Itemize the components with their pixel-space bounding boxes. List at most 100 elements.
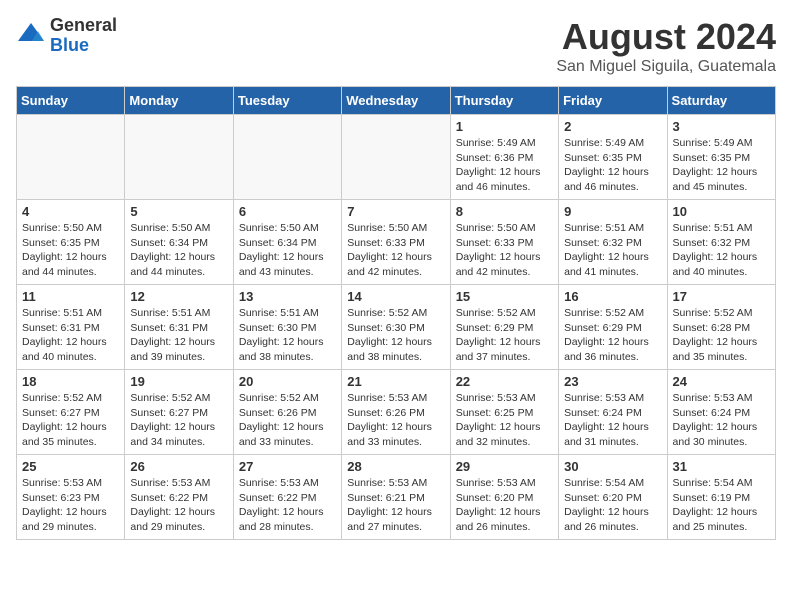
day-info: Sunrise: 5:53 AMSunset: 6:21 PMDaylight:… <box>347 476 444 535</box>
day-number: 27 <box>239 459 336 474</box>
calendar-cell: 24 Sunrise: 5:53 AMSunset: 6:24 PMDayligh… <box>667 370 775 455</box>
day-number: 7 <box>347 204 444 219</box>
header: General Blue August 2024 San Miguel Sigu… <box>16 16 776 76</box>
day-info: Sunrise: 5:52 AMSunset: 6:26 PMDaylight:… <box>239 391 336 450</box>
day-info: Sunrise: 5:49 AMSunset: 6:35 PMDaylight:… <box>673 136 770 195</box>
day-info: Sunrise: 5:53 AMSunset: 6:25 PMDaylight:… <box>456 391 553 450</box>
day-number: 3 <box>673 119 770 134</box>
calendar-cell: 17 Sunrise: 5:52 AMSunset: 6:28 PMDayligh… <box>667 285 775 370</box>
day-number: 9 <box>564 204 661 219</box>
week-row-4: 18 Sunrise: 5:52 AMSunset: 6:27 PMDayligh… <box>17 370 776 455</box>
logo: General Blue <box>16 16 117 56</box>
calendar-cell: 8 Sunrise: 5:50 AMSunset: 6:33 PMDaylight… <box>450 200 558 285</box>
calendar-cell: 6 Sunrise: 5:50 AMSunset: 6:34 PMDaylight… <box>233 200 341 285</box>
day-info: Sunrise: 5:50 AMSunset: 6:34 PMDaylight:… <box>130 221 227 280</box>
day-info: Sunrise: 5:51 AMSunset: 6:32 PMDaylight:… <box>564 221 661 280</box>
weekday-header-thursday: Thursday <box>450 87 558 115</box>
calendar-cell: 27 Sunrise: 5:53 AMSunset: 6:22 PMDayligh… <box>233 455 341 540</box>
calendar-cell: 23 Sunrise: 5:53 AMSunset: 6:24 PMDayligh… <box>559 370 667 455</box>
calendar-cell: 19Sunrise: 5:52 AMSunset: 6:27 PMDayligh… <box>125 370 233 455</box>
day-info: Sunrise: 5:54 AMSunset: 6:20 PMDaylight:… <box>564 476 661 535</box>
day-number: 21 <box>347 374 444 389</box>
week-row-3: 11 Sunrise: 5:51 AMSunset: 6:31 PMDayligh… <box>17 285 776 370</box>
calendar-cell: 2 Sunrise: 5:49 AMSunset: 6:35 PMDaylight… <box>559 115 667 200</box>
logo-blue-text: Blue <box>50 36 117 56</box>
calendar-cell: 31 Sunrise: 5:54 AMSunset: 6:19 PMDayligh… <box>667 455 775 540</box>
day-number: 28 <box>347 459 444 474</box>
day-info: Sunrise: 5:53 AMSunset: 6:24 PMDaylight:… <box>673 391 770 450</box>
day-number: 24 <box>673 374 770 389</box>
day-number: 6 <box>239 204 336 219</box>
day-info: Sunrise: 5:49 AMSunset: 6:35 PMDaylight:… <box>564 136 661 195</box>
calendar-cell: 12 Sunrise: 5:51 AMSunset: 6:31 PMDayligh… <box>125 285 233 370</box>
day-number: 11 <box>22 289 119 304</box>
day-number: 5 <box>130 204 227 219</box>
day-info: Sunrise: 5:50 AMSunset: 6:33 PMDaylight:… <box>347 221 444 280</box>
calendar-cell: 21 Sunrise: 5:53 AMSunset: 6:26 PMDayligh… <box>342 370 450 455</box>
day-info: Sunrise: 5:53 AMSunset: 6:20 PMDaylight:… <box>456 476 553 535</box>
location-title: San Miguel Siguila, Guatemala <box>556 58 776 76</box>
calendar-cell: 11 Sunrise: 5:51 AMSunset: 6:31 PMDayligh… <box>17 285 125 370</box>
weekday-header-wednesday: Wednesday <box>342 87 450 115</box>
day-info: Sunrise: 5:53 AMSunset: 6:24 PMDaylight:… <box>564 391 661 450</box>
day-info: Sunrise: 5:50 AMSunset: 6:35 PMDaylight:… <box>22 221 119 280</box>
calendar-cell: 22 Sunrise: 5:53 AMSunset: 6:25 PMDayligh… <box>450 370 558 455</box>
calendar-cell <box>233 115 341 200</box>
calendar-cell: 7 Sunrise: 5:50 AMSunset: 6:33 PMDaylight… <box>342 200 450 285</box>
calendar-cell: 16Sunrise: 5:52 AMSunset: 6:29 PMDayligh… <box>559 285 667 370</box>
day-number: 8 <box>456 204 553 219</box>
day-number: 25 <box>22 459 119 474</box>
day-info: Sunrise: 5:51 AMSunset: 6:30 PMDaylight:… <box>239 306 336 365</box>
day-info: Sunrise: 5:51 AMSunset: 6:31 PMDaylight:… <box>22 306 119 365</box>
day-info: Sunrise: 5:52 AMSunset: 6:27 PMDaylight:… <box>22 391 119 450</box>
day-info: Sunrise: 5:52 AMSunset: 6:29 PMDaylight:… <box>456 306 553 365</box>
week-row-2: 4 Sunrise: 5:50 AMSunset: 6:35 PMDaylight… <box>17 200 776 285</box>
day-number: 18 <box>22 374 119 389</box>
day-info: Sunrise: 5:53 AMSunset: 6:26 PMDaylight:… <box>347 391 444 450</box>
month-title: August 2024 <box>556 16 776 58</box>
day-number: 12 <box>130 289 227 304</box>
weekday-header-row: SundayMondayTuesdayWednesdayThursdayFrid… <box>17 87 776 115</box>
weekday-header-tuesday: Tuesday <box>233 87 341 115</box>
day-number: 13 <box>239 289 336 304</box>
weekday-header-saturday: Saturday <box>667 87 775 115</box>
day-info: Sunrise: 5:53 AMSunset: 6:22 PMDaylight:… <box>239 476 336 535</box>
week-row-1: 1 Sunrise: 5:49 AMSunset: 6:36 PMDaylight… <box>17 115 776 200</box>
calendar-cell: 10 Sunrise: 5:51 AMSunset: 6:32 PMDayligh… <box>667 200 775 285</box>
day-number: 26 <box>130 459 227 474</box>
day-info: Sunrise: 5:50 AMSunset: 6:34 PMDaylight:… <box>239 221 336 280</box>
day-number: 10 <box>673 204 770 219</box>
day-number: 20 <box>239 374 336 389</box>
calendar-cell: 3 Sunrise: 5:49 AMSunset: 6:35 PMDaylight… <box>667 115 775 200</box>
day-number: 16 <box>564 289 661 304</box>
day-info: Sunrise: 5:49 AMSunset: 6:36 PMDaylight:… <box>456 136 553 195</box>
day-info: Sunrise: 5:53 AMSunset: 6:23 PMDaylight:… <box>22 476 119 535</box>
day-number: 19 <box>130 374 227 389</box>
calendar-cell: 1 Sunrise: 5:49 AMSunset: 6:36 PMDaylight… <box>450 115 558 200</box>
day-number: 30 <box>564 459 661 474</box>
day-number: 22 <box>456 374 553 389</box>
day-number: 31 <box>673 459 770 474</box>
logo-icon <box>16 21 46 51</box>
day-number: 2 <box>564 119 661 134</box>
day-info: Sunrise: 5:52 AMSunset: 6:28 PMDaylight:… <box>673 306 770 365</box>
calendar-cell: 30 Sunrise: 5:54 AMSunset: 6:20 PMDayligh… <box>559 455 667 540</box>
day-info: Sunrise: 5:53 AMSunset: 6:22 PMDaylight:… <box>130 476 227 535</box>
day-info: Sunrise: 5:51 AMSunset: 6:31 PMDaylight:… <box>130 306 227 365</box>
week-row-5: 25 Sunrise: 5:53 AMSunset: 6:23 PMDayligh… <box>17 455 776 540</box>
calendar-table: SundayMondayTuesdayWednesdayThursdayFrid… <box>16 86 776 540</box>
calendar-cell: 14Sunrise: 5:52 AMSunset: 6:30 PMDayligh… <box>342 285 450 370</box>
day-info: Sunrise: 5:54 AMSunset: 6:19 PMDaylight:… <box>673 476 770 535</box>
day-number: 17 <box>673 289 770 304</box>
day-number: 4 <box>22 204 119 219</box>
calendar-cell: 18 Sunrise: 5:52 AMSunset: 6:27 PMDayligh… <box>17 370 125 455</box>
day-info: Sunrise: 5:50 AMSunset: 6:33 PMDaylight:… <box>456 221 553 280</box>
calendar-cell: 26 Sunrise: 5:53 AMSunset: 6:22 PMDayligh… <box>125 455 233 540</box>
day-number: 1 <box>456 119 553 134</box>
calendar-cell: 15Sunrise: 5:52 AMSunset: 6:29 PMDayligh… <box>450 285 558 370</box>
calendar-cell: 4 Sunrise: 5:50 AMSunset: 6:35 PMDaylight… <box>17 200 125 285</box>
weekday-header-friday: Friday <box>559 87 667 115</box>
day-info: Sunrise: 5:51 AMSunset: 6:32 PMDaylight:… <box>673 221 770 280</box>
calendar-cell: 5 Sunrise: 5:50 AMSunset: 6:34 PMDaylight… <box>125 200 233 285</box>
day-number: 23 <box>564 374 661 389</box>
